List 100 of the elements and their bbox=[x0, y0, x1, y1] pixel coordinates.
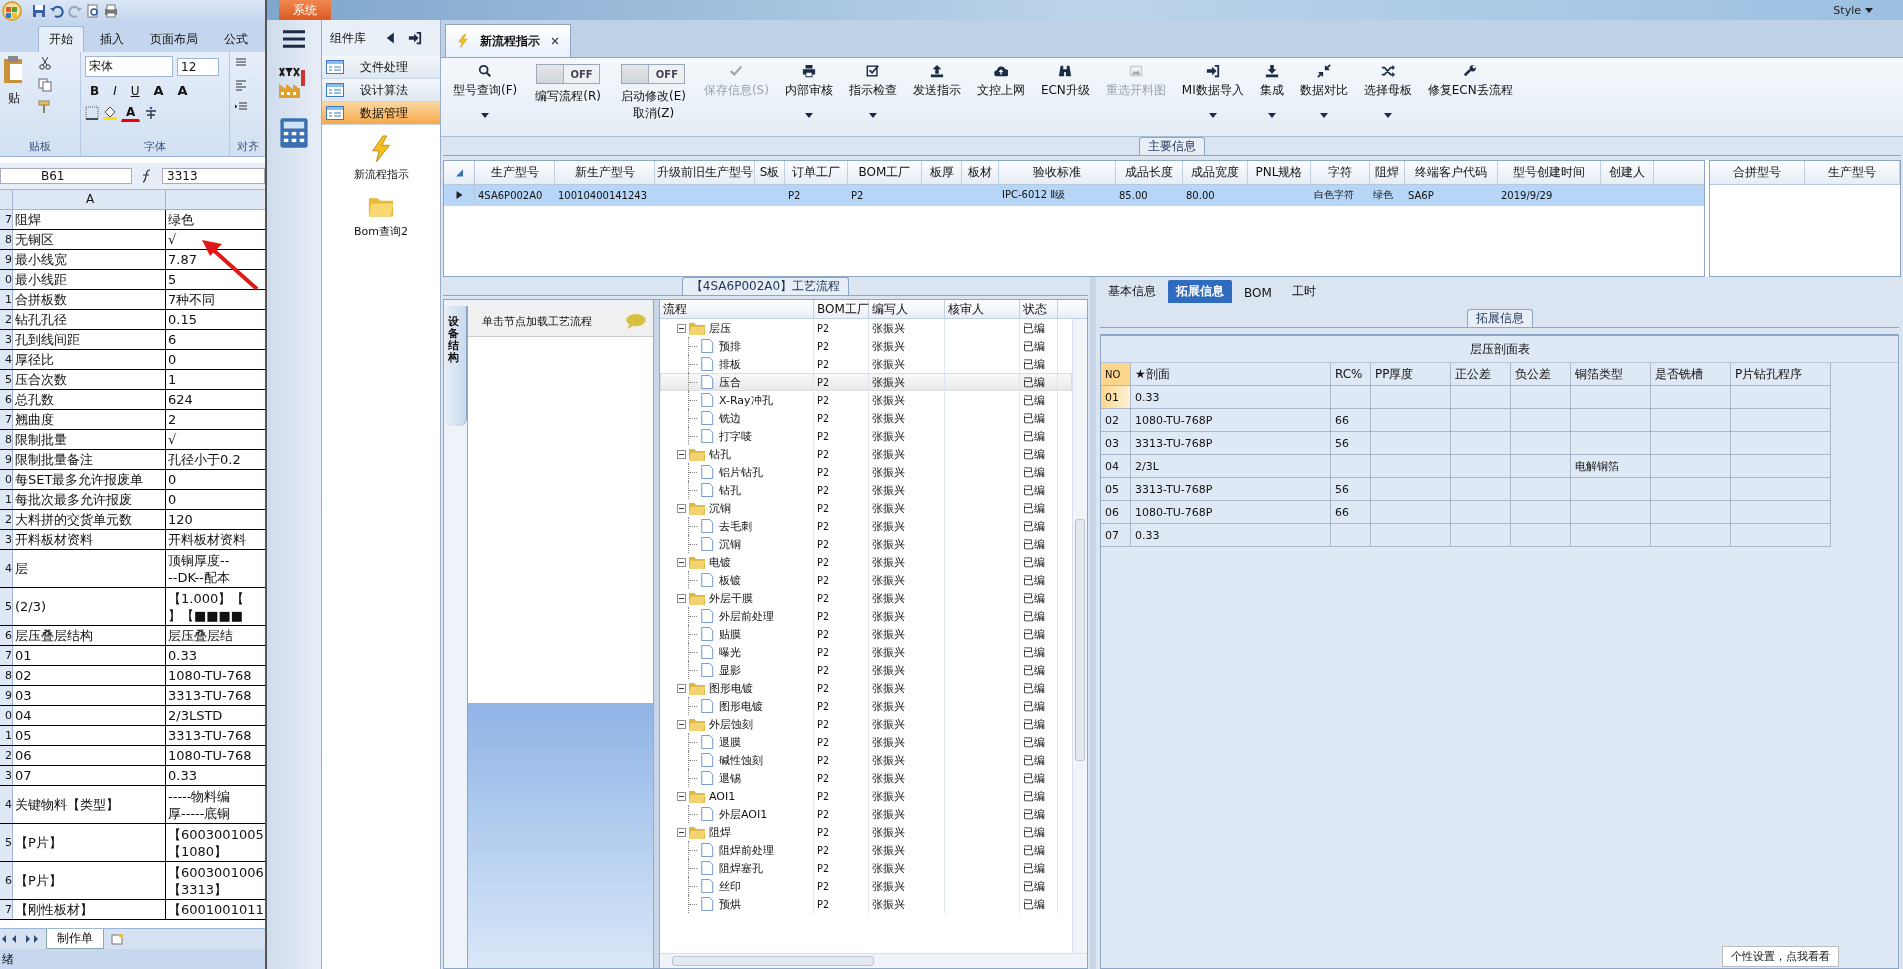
column-header[interactable]: 升级前旧生产型号 bbox=[655, 161, 755, 184]
tree-row[interactable]: 预排 P2 张振兴 已编 bbox=[660, 337, 1072, 355]
collapse-icon[interactable] bbox=[677, 323, 686, 333]
column-header[interactable]: 型号创建时间 bbox=[1498, 161, 1601, 184]
column-header[interactable]: 生产型号 bbox=[475, 161, 555, 184]
row-number[interactable]: 07 bbox=[1101, 524, 1131, 547]
tree-row[interactable]: 外层AOI1 P2 张振兴 已编 bbox=[660, 805, 1072, 823]
toolbar-button[interactable]: 选择母板 bbox=[1355, 64, 1420, 118]
column-header[interactable]: 终端客户代码 bbox=[1405, 161, 1498, 184]
toolbar-button[interactable]: 文控上网 bbox=[968, 64, 1033, 99]
tree-row[interactable]: 阻焊前处理 P2 张振兴 已编 bbox=[660, 841, 1072, 859]
shortcut-item[interactable]: Bom查询2 bbox=[322, 192, 440, 239]
tree-row[interactable]: 退锡 P2 张振兴 已编 bbox=[660, 769, 1072, 787]
row-number[interactable]: 4 bbox=[0, 786, 13, 823]
column-header[interactable]: 新生产型号 bbox=[555, 161, 655, 184]
toolbar-button[interactable]: 数据对比 bbox=[1291, 64, 1356, 118]
library-item[interactable]: 数据管理 bbox=[322, 102, 440, 125]
document-tab[interactable]: 新流程指示 bbox=[445, 24, 571, 57]
tree-row[interactable]: X-Ray冲孔 P2 张振兴 已编 bbox=[660, 391, 1072, 409]
column-header[interactable]: 核审人 bbox=[945, 300, 1020, 318]
tree-row[interactable]: 去毛刺 P2 张振兴 已编 bbox=[660, 517, 1072, 535]
column-header[interactable]: PP厚度 bbox=[1371, 363, 1451, 386]
column-header[interactable]: NO bbox=[1101, 363, 1131, 386]
toggle-switch[interactable]: OFF bbox=[536, 64, 601, 84]
column-header[interactable]: PNL规格 bbox=[1248, 161, 1311, 184]
tree-row[interactable]: 阻焊 P2 张振兴 已编 bbox=[660, 823, 1072, 841]
font-name-dropdown[interactable]: 宋体 bbox=[85, 56, 173, 77]
tree-row[interactable]: 沉铜 P2 张振兴 已编 bbox=[660, 535, 1072, 553]
tooltip[interactable]: 个性设置，点我看看 bbox=[1722, 946, 1839, 967]
tree-row[interactable]: 外层干膜 P2 张振兴 已编 bbox=[660, 589, 1072, 607]
format-button[interactable]: B bbox=[85, 82, 105, 99]
column-header[interactable]: 阻焊 bbox=[1370, 161, 1405, 184]
column-header[interactable]: 正公差 bbox=[1451, 363, 1511, 386]
column-header[interactable]: 生产型号 bbox=[1805, 161, 1900, 184]
tab[interactable]: 工时 bbox=[1283, 280, 1324, 303]
print-preview-icon[interactable] bbox=[86, 4, 100, 18]
column-header[interactable]: 是否铣槽 bbox=[1651, 363, 1731, 386]
row-number[interactable]: 04 bbox=[1101, 455, 1131, 478]
column-header[interactable]: 铜箔类型 bbox=[1571, 363, 1651, 386]
tree-row[interactable]: 碱性蚀刻 P2 张振兴 已编 bbox=[660, 751, 1072, 769]
horizontal-scrollbar[interactable] bbox=[660, 953, 1087, 968]
row-number[interactable]: 3 bbox=[0, 766, 13, 785]
row-number[interactable]: 1 bbox=[0, 490, 13, 509]
row-number[interactable]: 02 bbox=[1101, 409, 1131, 432]
row-number[interactable]: 0 bbox=[0, 270, 13, 289]
column-header[interactable]: 编写人 bbox=[869, 300, 945, 318]
toolbar-button[interactable]: MI数据导入 bbox=[1173, 64, 1252, 118]
ribbon-tab[interactable]: 插入 bbox=[90, 27, 134, 52]
library-item[interactable]: 设计算法 bbox=[322, 79, 440, 102]
row-number[interactable]: 4 bbox=[0, 550, 13, 587]
column-header[interactable]: ★剖面 bbox=[1131, 363, 1331, 386]
tree-row[interactable]: 钻孔 P2 张振兴 已编 bbox=[660, 445, 1072, 463]
collapse-icon[interactable] bbox=[677, 557, 686, 567]
calculator-icon[interactable] bbox=[277, 116, 311, 150]
collapse-icon[interactable] bbox=[677, 503, 686, 513]
close-icon[interactable] bbox=[550, 36, 560, 46]
row-number[interactable]: 5 bbox=[0, 824, 13, 861]
tab[interactable]: BOM bbox=[1236, 283, 1280, 303]
row-number[interactable]: 5 bbox=[0, 370, 13, 389]
menu-icon[interactable] bbox=[280, 28, 308, 50]
ribbon-tab[interactable]: 页面布局 bbox=[140, 27, 208, 52]
row-number[interactable]: 2 bbox=[0, 746, 13, 765]
undo-icon[interactable] bbox=[50, 4, 64, 18]
column-header[interactable]: BOM工厂 bbox=[814, 300, 869, 318]
row-number[interactable]: 8 bbox=[0, 666, 13, 685]
column-header[interactable]: BOM工厂 bbox=[848, 161, 922, 184]
row-number[interactable]: 6 bbox=[0, 390, 13, 409]
column-header[interactable]: 负公差 bbox=[1511, 363, 1571, 386]
column-header[interactable]: P片钻孔程序 bbox=[1731, 363, 1831, 386]
clipboard-icon[interactable] bbox=[4, 56, 24, 84]
font-size-button[interactable]: A bbox=[172, 82, 193, 99]
sign-in-icon[interactable] bbox=[408, 31, 422, 45]
collapse-icon[interactable] bbox=[677, 791, 686, 801]
row-number[interactable]: 0 bbox=[0, 706, 13, 725]
save-icon[interactable] bbox=[32, 4, 46, 18]
printer-icon[interactable] bbox=[104, 4, 118, 18]
shortcut-item[interactable]: 新流程指示 bbox=[322, 135, 440, 182]
fill-bucket-icon[interactable] bbox=[103, 106, 117, 120]
row-number[interactable]: 9 bbox=[0, 686, 13, 705]
paste-label[interactable]: 贴 bbox=[8, 90, 20, 107]
tree-row[interactable]: 压合 P2 张振兴 已编 bbox=[660, 373, 1072, 391]
tree-row[interactable]: 图形电镀 P2 张振兴 已编 bbox=[660, 697, 1072, 715]
row-number[interactable]: 6 bbox=[0, 862, 13, 899]
row-number[interactable]: 8 bbox=[0, 230, 13, 249]
tree-row[interactable]: 外层前处理 P2 张振兴 已编 bbox=[660, 607, 1072, 625]
tree-row[interactable]: 阻焊塞孔 P2 张振兴 已编 bbox=[660, 859, 1072, 877]
row-number[interactable]: 8 bbox=[0, 430, 13, 449]
tab[interactable]: 基本信息 bbox=[1100, 280, 1164, 303]
tree-row[interactable]: 外层蚀刻 P2 张振兴 已编 bbox=[660, 715, 1072, 733]
row-number[interactable]: 9 bbox=[0, 250, 13, 269]
tree-row[interactable]: 板镀 P2 张振兴 已编 bbox=[660, 571, 1072, 589]
table-row[interactable]: 4SA6P002A0 10010400141243 P2 P2 IPC-6012 Ⅱ级 85.00 80.00 白色字符 绿色 SA6P 2019/9/29 bbox=[444, 185, 1704, 206]
office-orb-icon[interactable] bbox=[2, 1, 22, 21]
column-header[interactable]: 流程 bbox=[660, 300, 814, 318]
collapse-icon[interactable] bbox=[677, 683, 686, 693]
column-header[interactable]: 板厚 bbox=[922, 161, 962, 184]
toolbar-button[interactable]: 型号查询(F) bbox=[445, 64, 526, 118]
vertical-tab[interactable]: 设备结构 bbox=[444, 306, 467, 426]
column-header[interactable]: 成品宽度 bbox=[1183, 161, 1248, 184]
toolbar-button[interactable]: 集成 bbox=[1251, 64, 1292, 118]
